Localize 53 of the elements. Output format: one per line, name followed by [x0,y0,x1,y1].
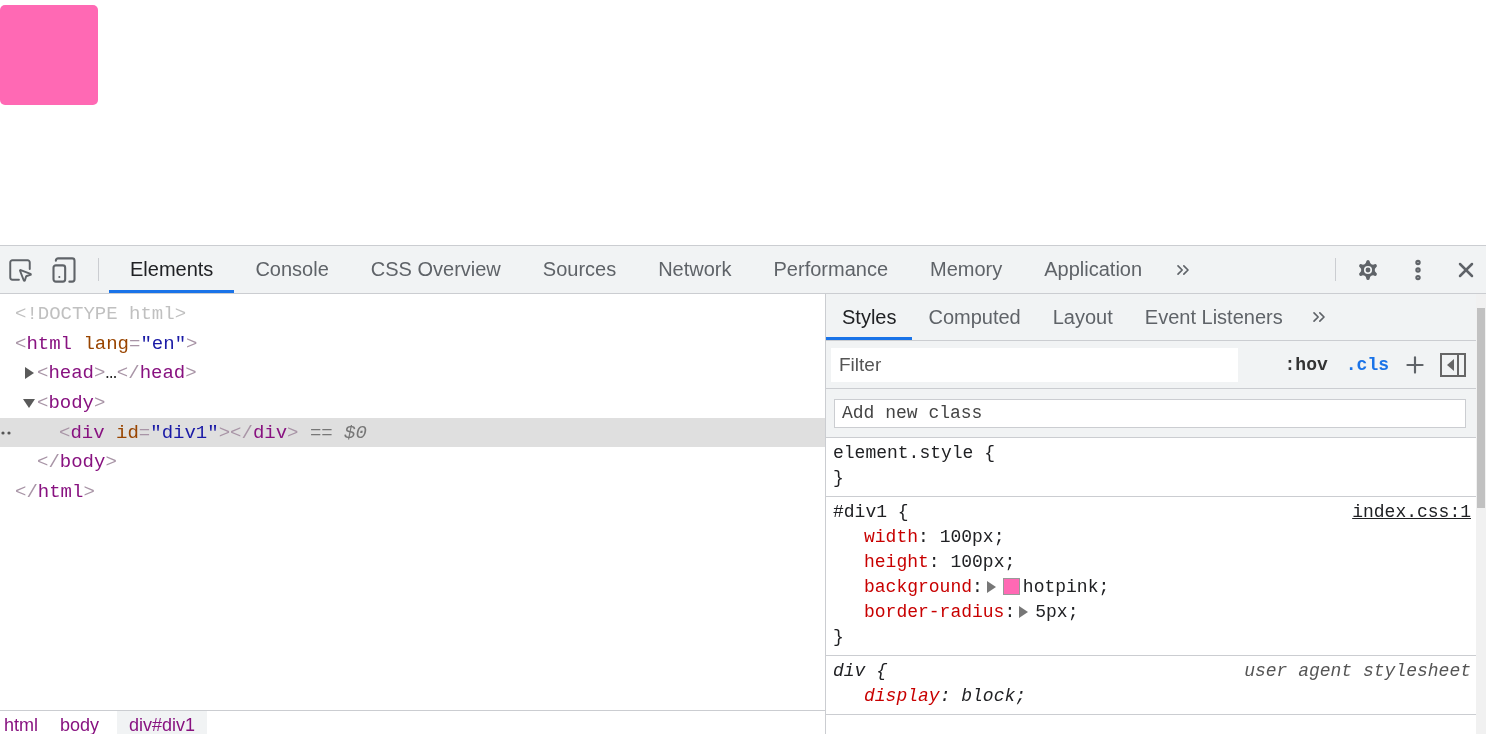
class-field[interactable]: Add new class [834,398,1466,428]
dom-node-line[interactable]: <body> [37,391,106,414]
cls-button[interactable]: .cls [1336,354,1398,375]
css-selector: element.style { [833,442,996,463]
scrollbar[interactable] [1476,294,1486,734]
dom-node-line[interactable]: </html> [15,480,95,503]
breadcrumb[interactable]: body [56,711,104,734]
dom-node-line[interactable]: </body> [37,451,117,474]
css-selector: #div1 { [833,501,909,522]
colon: : [972,576,983,597]
css-property-name[interactable]: width [864,526,918,547]
css-selector: div { [833,660,887,681]
breadcrumb[interactable]: html [0,711,42,734]
expand-triangle-icon[interactable] [1019,605,1030,618]
closing-brace: } [833,626,844,647]
more-icon[interactable] [1,429,13,436]
color-swatch[interactable] [1002,578,1020,595]
panel-tab[interactable]: Application [1023,246,1164,293]
filter-field[interactable]: Filter [831,347,1238,382]
dom-node-line[interactable]: <head>…</head> [37,362,197,385]
sidebar-tab[interactable]: Event Listeners [1128,294,1299,340]
stylesheet-origin[interactable]: user agent stylesheet [1244,660,1471,681]
collapse-triangle-icon[interactable] [23,396,35,409]
panel-tab[interactable]: Network [637,246,753,293]
css-property-name[interactable]: height [864,551,929,572]
colon: : [918,526,929,547]
css-property-name[interactable]: background [864,576,973,597]
dom-node-line[interactable]: <html lang="en"> [15,332,198,355]
sidebar-tab[interactable]: Layout [1036,294,1129,340]
css-property-name[interactable]: display [864,685,940,706]
closing-brace: } [833,467,844,488]
css-property-value[interactable]: 100px; [939,526,1005,547]
colon: : [939,685,951,706]
sidebar-toggle-icon[interactable] [1440,352,1466,377]
hov-button[interactable]: :hov [1275,354,1337,375]
sidebar-tab[interactable]: Computed [912,294,1037,340]
expand-triangle-icon[interactable] [986,580,997,593]
panel-tab[interactable]: Performance [752,246,910,293]
css-property-value[interactable]: block; [961,685,1027,706]
colon: : [1004,601,1016,622]
panel-tab[interactable]: Elements [109,246,235,293]
css-property-value[interactable]: 5px; [1035,601,1079,622]
panel-tab[interactable]: Sources [521,246,638,293]
breadcrumb[interactable]: div#div1 [117,711,208,734]
css-property-name[interactable]: border-radius [864,601,1005,622]
panel-tab[interactable]: Memory [909,246,1024,293]
expand-triangle-icon[interactable] [23,367,35,380]
panel-tab[interactable]: Console [234,246,350,293]
panel-tab[interactable]: CSS Overview [349,246,522,293]
css-property-value[interactable]: 100px; [950,551,1016,572]
source-link[interactable]: index.css:1 [1352,501,1471,522]
colon: : [928,551,940,572]
css-property-value[interactable]: hotpink; [1022,576,1110,597]
